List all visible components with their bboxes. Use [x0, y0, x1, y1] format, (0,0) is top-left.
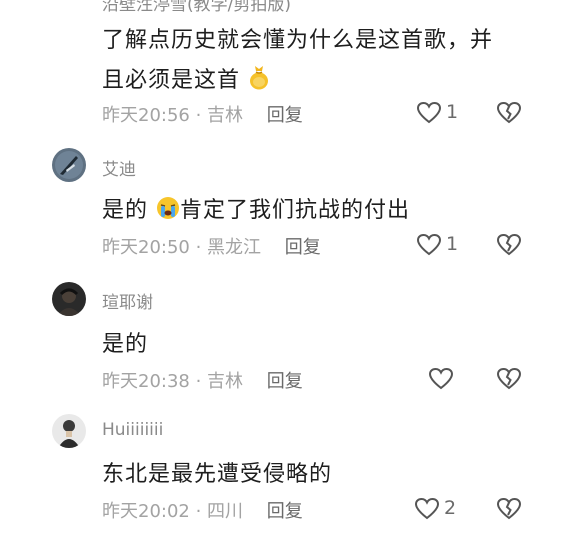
comment-location: 黑龙江 [207, 237, 262, 258]
comment-meta: 昨天20:56 · 吉林 回复 [102, 101, 303, 127]
heart-outline-icon [416, 233, 442, 256]
comment-text-part-1: 是的 [102, 198, 149, 223]
like-count: 2 [444, 497, 457, 519]
commenter-name[interactable]: 沿壁泩渟雪(教学/剪拍版) [102, 0, 291, 15]
heart-outline-icon [416, 101, 442, 124]
heart-outline-icon [414, 497, 440, 520]
comment-location: 吉林 [207, 105, 244, 126]
meta-separator: · [189, 501, 208, 522]
comment-time: 昨天20:02 [102, 501, 190, 522]
comment-text-line-2-content: 且必须是这首 [102, 68, 241, 93]
heart-outline-icon [428, 367, 454, 390]
reply-button[interactable]: 回复 [267, 105, 303, 126]
avatar[interactable] [52, 282, 86, 316]
money-bag-emoji-icon [248, 64, 270, 96]
like-count: 1 [446, 101, 459, 123]
comment-meta: 昨天20:02 · 四川 回复 [102, 497, 303, 523]
broken-heart-icon [496, 101, 522, 124]
reply-button[interactable]: 回复 [267, 371, 303, 392]
comment-text: 东北是最先遭受侵略的 [102, 462, 333, 487]
meta-separator: · [189, 237, 208, 258]
meta-separator: · [189, 105, 208, 126]
like-button[interactable] [428, 367, 454, 391]
broken-heart-icon [496, 233, 522, 256]
comment-text-line-2: 且必须是这首 [102, 62, 270, 96]
avatar[interactable] [52, 414, 86, 448]
avatar[interactable] [52, 148, 86, 182]
comment-text: 是的 肯定了我们抗战的付出 [102, 192, 410, 226]
comment-meta: 昨天20:50 · 黑龙江 回复 [102, 233, 321, 259]
comment-location: 四川 [207, 501, 244, 522]
comment-time: 昨天20:56 [102, 105, 190, 126]
dislike-button[interactable] [496, 367, 522, 391]
commenter-name[interactable]: 瑄耶谢 [102, 288, 153, 313]
crying-face-emoji-icon [156, 196, 180, 226]
reply-button[interactable]: 回复 [285, 237, 321, 258]
comment-text: 是的 [102, 332, 149, 357]
dislike-button[interactable] [496, 233, 522, 257]
dislike-button[interactable] [496, 101, 522, 125]
comment-text-part-2: 肯定了我们抗战的付出 [180, 198, 411, 223]
like-button[interactable] [416, 101, 442, 125]
broken-heart-icon [496, 367, 522, 390]
comment-location: 吉林 [207, 371, 244, 392]
like-button[interactable] [416, 233, 442, 257]
dislike-button[interactable] [496, 497, 522, 521]
meta-separator: · [189, 371, 208, 392]
commenter-name[interactable]: Huiiiiiiii [102, 420, 163, 440]
reply-button[interactable]: 回复 [267, 501, 303, 522]
comment-text-line-1: 了解点历史就会懂为什么是这首歌，并 [102, 28, 494, 53]
commenter-name[interactable]: 艾迪 [102, 155, 136, 180]
broken-heart-icon [496, 497, 522, 520]
like-count: 1 [446, 233, 459, 255]
comment-time: 昨天20:38 [102, 371, 190, 392]
comment-time: 昨天20:50 [102, 237, 190, 258]
like-button[interactable] [414, 497, 440, 521]
comment-meta: 昨天20:38 · 吉林 回复 [102, 367, 303, 393]
